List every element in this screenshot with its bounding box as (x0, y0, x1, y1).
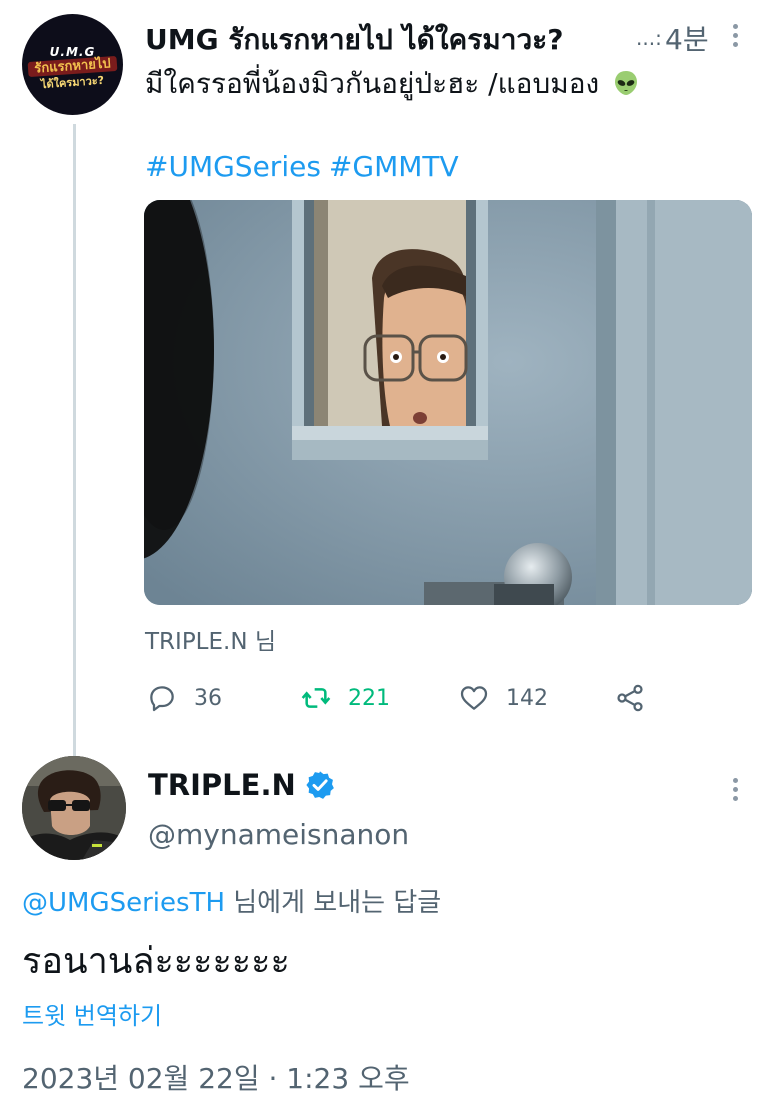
tweet-text-body: มีใครรอพี่น้องมิวกันอยู่ป่ะฮะ /แอบมอง (145, 67, 600, 100)
profile-photo (22, 756, 126, 860)
reply-icon (150, 686, 174, 712)
thread-line (73, 124, 76, 756)
reply-text: รอนานล่ะะะะะะะ (22, 941, 290, 982)
avatar-logo-text: ได้ใครมาวะ? (40, 73, 105, 92)
retweet-count: 221 (348, 685, 390, 711)
tweet-text: มีใครรอพี่น้องมิวกันอยู่ป่ะฮะ /แอบมอง (145, 62, 640, 106)
like-count: 142 (506, 685, 548, 711)
avatar[interactable] (22, 756, 126, 860)
replying-to: @UMGSeriesTH 님에게 보내는 답글 (22, 882, 441, 919)
hashtag-link[interactable]: #UMGSeries (145, 150, 321, 183)
name-truncation: ...: (636, 26, 662, 50)
hashtags: #UMGSeries #GMMTV (145, 150, 467, 183)
share-button[interactable] (614, 680, 662, 716)
avatar[interactable]: U.M.G รักแรกหายไป ได้ใครมาวะ? (22, 14, 123, 115)
reply-button[interactable]: 36 (146, 680, 222, 716)
tweet-timestamp[interactable]: 2023년 02월 22일 · 1:23 오후 (22, 1057, 410, 1097)
tweet-time[interactable]: 4분 (665, 18, 709, 58)
media-caption: TRIPLE.N 님 (145, 629, 277, 655)
retweet-icon (301, 688, 331, 708)
tweet-media-image[interactable] (144, 200, 752, 605)
more-options-icon[interactable] (733, 778, 739, 805)
author-handle[interactable]: @mynameisnanon (148, 818, 409, 851)
reply-author: TRIPLE.N (148, 768, 336, 802)
reply-count: 36 (194, 685, 222, 711)
translate-tweet-link[interactable]: 트윗 번역하기 (22, 996, 162, 1031)
verified-badge-icon (306, 771, 334, 799)
replying-to-mention[interactable]: @UMGSeriesTH (22, 888, 225, 918)
door-photo (144, 200, 752, 605)
alien-emoji-icon (615, 71, 638, 95)
retweet-button[interactable]: 221 (300, 680, 390, 716)
author-name[interactable]: UMG รักแรกหายไป ได้ใครมาวะ? (145, 18, 635, 62)
author-name[interactable]: TRIPLE.N (148, 768, 296, 802)
hashtag-link[interactable]: #GMMTV (329, 150, 459, 183)
like-button[interactable]: 142 (458, 680, 548, 716)
heart-icon (460, 686, 488, 710)
more-options-icon[interactable] (733, 24, 739, 51)
share-icon (617, 684, 643, 712)
replying-to-suffix: 님에게 보내는 답글 (225, 888, 442, 918)
